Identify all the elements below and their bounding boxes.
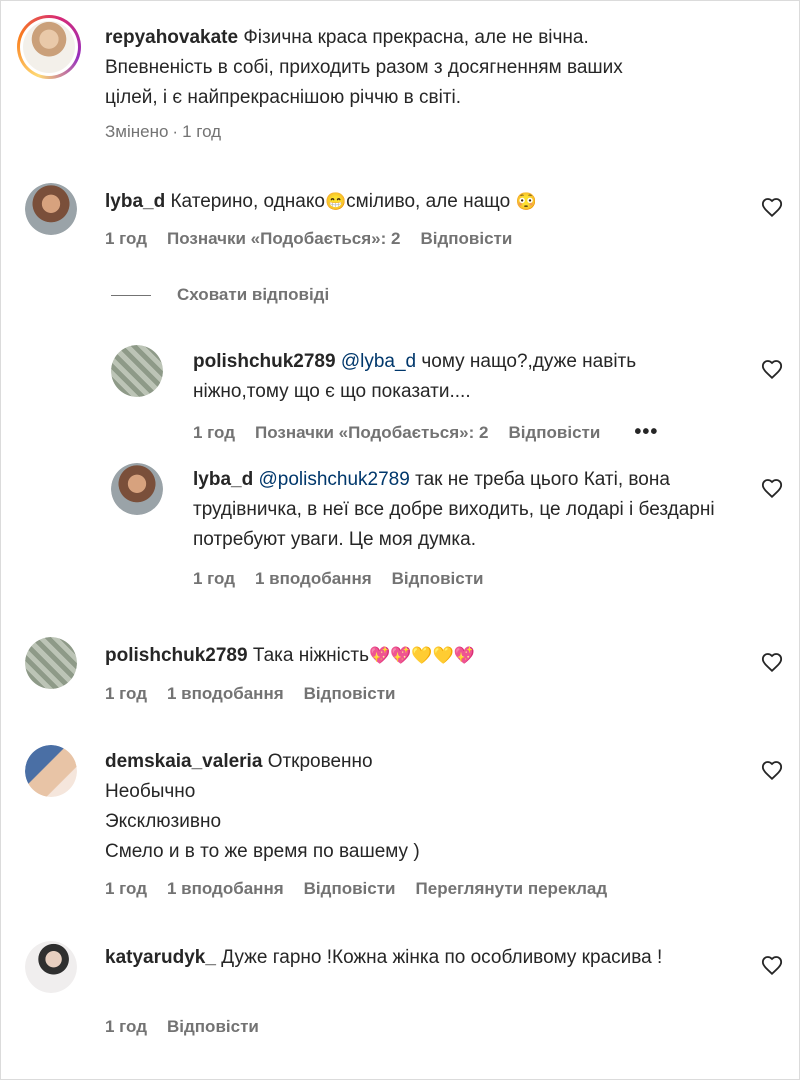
heart-icon[interactable] [761,652,783,674]
grin-emoji-icon: 😁 [324,192,347,211]
reply-button[interactable]: Відповісти [167,1017,259,1037]
comment-meta: 1 год 1 вподобання Відповісти [193,569,484,589]
reply-button[interactable]: Відповісти [304,684,396,704]
comment-text: Катерино, однако [170,191,325,212]
avatar[interactable] [111,463,163,515]
heart-emoji-icons: 💖💖💛💛💖 [368,646,475,665]
comment-meta: Змінено · 1 год [105,122,222,142]
likes-count[interactable]: Позначки «Подобається»: 2 [255,423,488,443]
reply-button[interactable]: Відповісти [304,879,396,899]
comments-panel: repyahovakate Фізична краса прекрасна, а… [0,0,800,1080]
comment-meta: 1 год 1 вподобання Відповісти [105,684,396,704]
hide-replies-label: Сховати відповіді [177,285,330,304]
avatar[interactable] [25,745,77,797]
reply-button[interactable]: Відповісти [420,229,512,249]
mention-link[interactable]: @lyba_d [341,351,416,372]
comment-text: Така ніжність [252,645,369,666]
comment-meta: 1 год Відповісти [105,1017,259,1037]
divider [111,294,151,296]
heart-icon[interactable] [761,197,783,219]
reply-button[interactable]: Відповісти [508,423,600,443]
comment-username[interactable]: polishchuk2789 [105,645,248,666]
flushed-emoji-icon: 😳 [515,192,537,211]
reply-button[interactable]: Відповісти [392,569,484,589]
comment-time[interactable]: 1 год [193,569,235,589]
comment-time[interactable]: 1 год [105,879,147,899]
comment-time[interactable]: 1 год [105,684,147,704]
avatar[interactable] [111,345,163,397]
comment-time[interactable]: 1 год [105,229,147,249]
comment-text: Смело и в то же время по вашему ) [105,841,420,862]
more-options-icon[interactable]: ••• [634,421,658,444]
avatar[interactable] [25,637,77,689]
heart-icon[interactable] [761,955,783,977]
likes-count[interactable]: 1 вподобання [167,684,284,704]
comment-meta: 1 год Позначки «Подобається»: 2 Відповіс… [193,421,658,444]
hide-replies-button[interactable]: Сховати відповіді [111,285,329,305]
mention-link[interactable]: @polishchuk2789 [258,469,409,490]
comment-username[interactable]: lyba_d [105,191,165,212]
edited-label: Змінено [105,122,169,141]
heart-icon[interactable] [761,359,783,381]
comment-text: Необычно [105,781,196,802]
comment-text: Эксклюзивно [105,811,222,832]
comment-text-continued: сміливо, але нащо [346,191,511,212]
comment-text: Дуже гарно !Кожна жінка по особливому кр… [221,947,663,968]
comment-text: Откровенно [267,751,373,772]
comment-time[interactable]: 1 год [193,423,235,443]
likes-count[interactable]: 1 вподобання [167,879,284,899]
comment-username[interactable]: polishchuk2789 [193,351,336,372]
likes-count[interactable]: Позначки «Подобається»: 2 [167,229,400,249]
avatar[interactable] [25,941,77,993]
comment-username[interactable]: katyarudyk_ [105,947,216,968]
comment-meta: 1 год 1 вподобання Відповісти Переглянут… [105,879,607,899]
heart-icon[interactable] [761,760,783,782]
comment-username[interactable]: lyba_d [193,469,253,490]
comment-time[interactable]: 1 год [182,122,221,142]
comment-username[interactable]: repyahovakate [105,27,238,48]
avatar[interactable] [17,15,81,79]
heart-icon[interactable] [761,478,783,500]
likes-count[interactable]: 1 вподобання [255,569,372,589]
avatar[interactable] [25,183,77,235]
comment-time[interactable]: 1 год [105,1017,147,1037]
comment-meta: 1 год Позначки «Подобається»: 2 Відповіс… [105,229,512,249]
comment-username[interactable]: demskaia_valeria [105,751,262,772]
see-translation-button[interactable]: Переглянути переклад [416,879,608,899]
